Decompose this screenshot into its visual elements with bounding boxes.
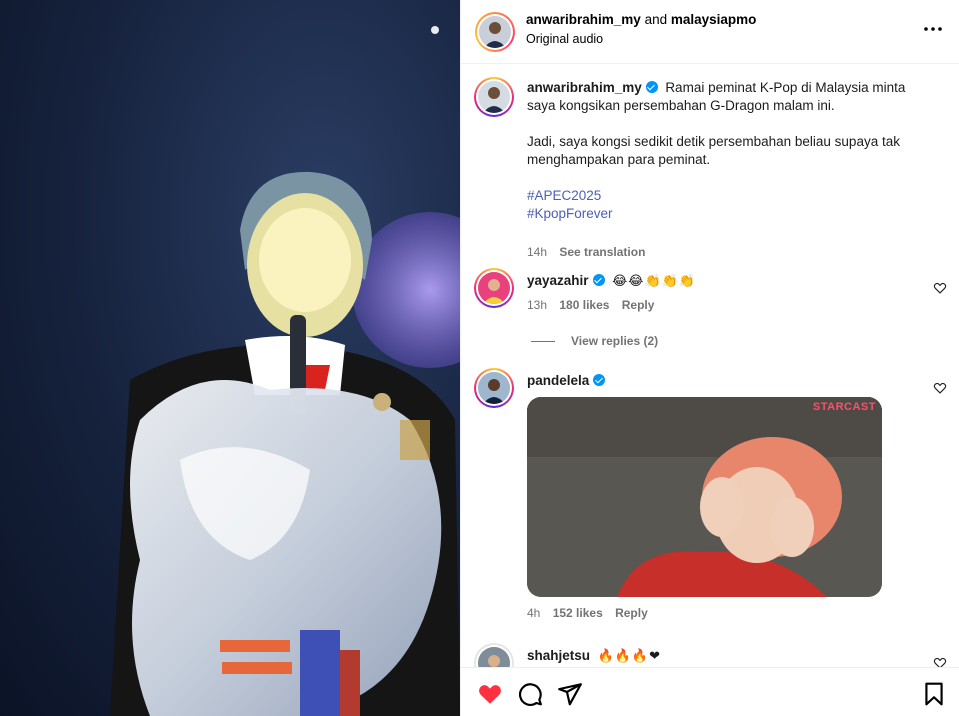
collaborator-username[interactable]: malaysiapmo [671,12,757,27]
comment-icon[interactable] [517,681,543,707]
verified-badge-icon [592,274,605,286]
comment-gif[interactable]: STARCAST [527,397,882,597]
comment-pandelela: pandelela STARCAST 4h 152 likes Reply [461,368,959,628]
post-video[interactable] [0,0,460,716]
post-byline: anwaribrahim_my and malaysiapmo [526,12,756,27]
gif-watermark: STARCAST [812,401,876,413]
heart-filled-icon[interactable] [477,681,503,707]
author-username[interactable]: anwaribrahim_my [526,12,641,27]
gif-image [527,397,882,597]
caption-meta: 14h See translation [527,245,654,259]
audio-label[interactable]: Original audio [526,32,603,46]
caption-text: anwaribrahim_my Ramai peminat K-Pop di M… [527,79,927,223]
commenter-avatar[interactable] [474,268,514,308]
comment-yayazahir: yayazahir 😂😂👏👏👏 13h 180 likes Reply View… [461,268,959,358]
caption-line-2: Jadi, saya kongsi sedikit detik persemba… [527,134,900,167]
comment-text: 😂😂👏👏👏 [612,274,697,289]
comment-meta: 13h 180 likes Reply [527,298,663,312]
verified-badge-icon [593,374,606,386]
commenter-avatar[interactable] [474,368,514,408]
post-detail-pane: anwaribrahim_my and malaysiapmo Original… [460,0,959,716]
bookmark-icon[interactable] [921,681,947,707]
post-action-bar [461,667,959,716]
view-replies-label: View replies (2) [571,334,659,348]
replies-divider [531,341,555,343]
reply-button[interactable]: Reply [622,298,655,312]
comment-like-icon[interactable] [933,656,947,667]
share-icon[interactable] [557,681,583,707]
post-header: anwaribrahim_my and malaysiapmo Original… [461,0,959,64]
comment-time: 4h [527,606,541,620]
more-horizontal-icon [924,27,942,31]
hashtag-kpopforever[interactable]: #KpopForever [527,205,927,223]
caption-username[interactable]: anwaribrahim_my [527,80,642,95]
comment-shahjetsu: shahjetsu 🔥🔥🔥❤ [461,643,959,667]
reply-button[interactable]: Reply [615,606,648,620]
comment-like-icon[interactable] [933,281,947,295]
author-avatar[interactable] [475,12,515,52]
comment-username[interactable]: yayazahir [527,273,589,288]
comment-username[interactable]: shahjetsu [527,648,590,663]
caption-avatar[interactable] [474,77,514,117]
comment-time: 13h [527,298,548,312]
comment-meta: 4h 152 likes Reply [527,606,657,620]
comment-text: 🔥🔥🔥❤ [597,649,661,664]
comment-like-icon[interactable] [933,381,947,395]
comments-thread[interactable]: anwaribrahim_my Ramai peminat K-Pop di M… [461,65,959,667]
post-caption: anwaribrahim_my Ramai peminat K-Pop di M… [461,77,959,267]
hashtag-apec2025[interactable]: #APEC2025 [527,187,927,205]
caption-time: 14h [527,245,548,259]
more-options-button[interactable] [922,18,944,40]
commenter-avatar[interactable] [474,643,514,667]
see-translation-link[interactable]: See translation [559,245,645,259]
verified-badge-icon [645,81,658,93]
view-replies-button[interactable]: View replies (2) [531,334,658,348]
performer-image [110,26,460,716]
byline-joiner: and [644,12,668,27]
comment-username[interactable]: pandelela [527,373,589,388]
comment-likes[interactable]: 152 likes [553,606,603,620]
comment-likes[interactable]: 180 likes [559,298,609,312]
